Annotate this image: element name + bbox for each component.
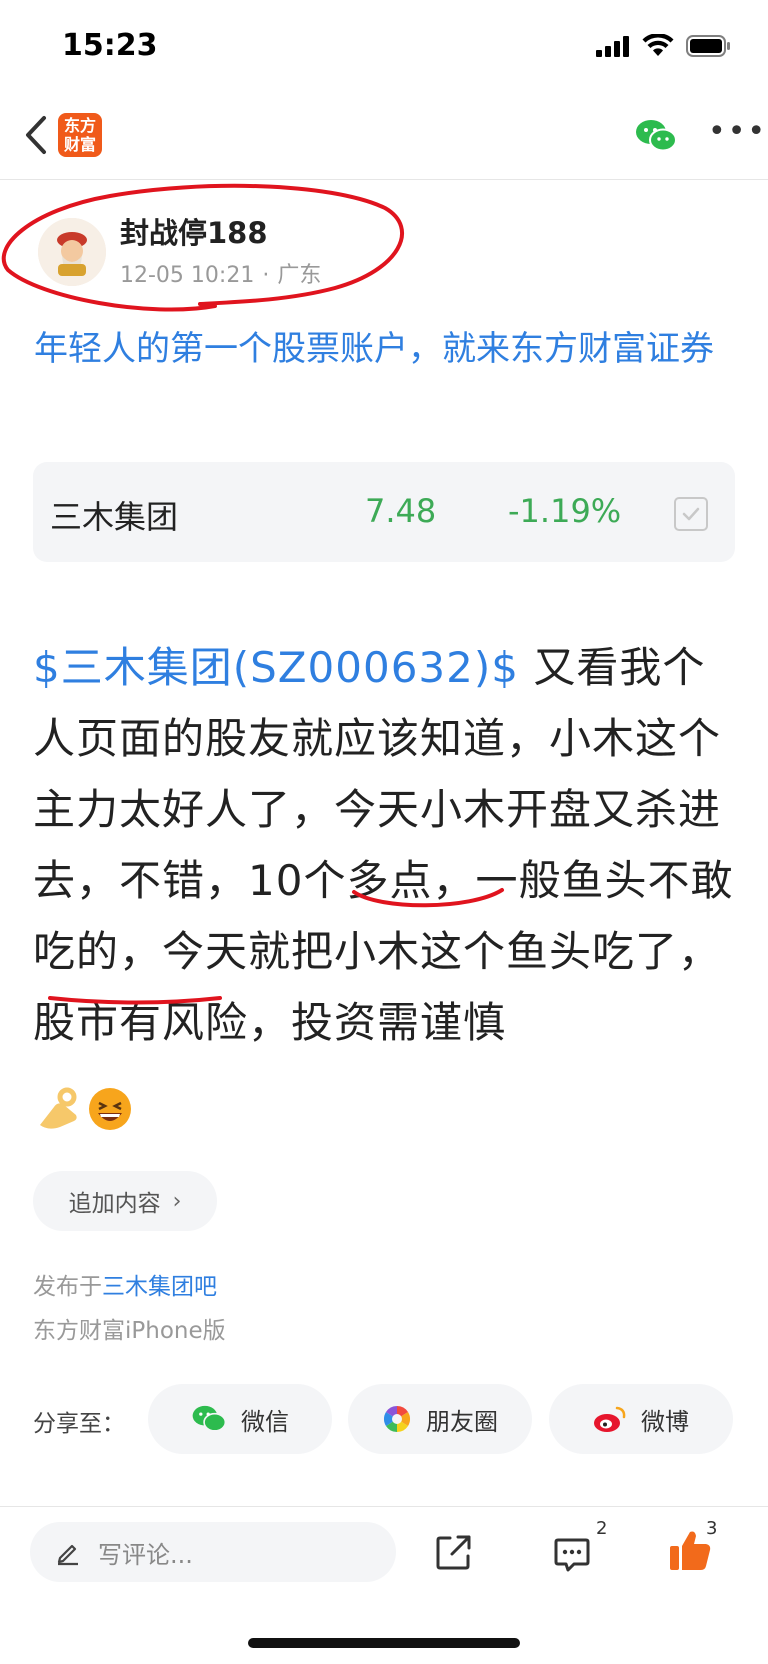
chevron-right-icon: ›: [172, 1188, 182, 1214]
published-prefix: 发布于: [33, 1274, 102, 1300]
emoji-row: [34, 1085, 134, 1133]
stock-name: 三木集团: [50, 498, 179, 536]
ad-link[interactable]: 年轻人的第一个股票账户，就来东方财富证券: [34, 322, 734, 376]
signal-icon: [596, 36, 629, 57]
like-count: 3: [706, 1518, 718, 1539]
ok-hand-emoji-icon: [40, 1087, 77, 1129]
home-indicator: [248, 1638, 520, 1648]
annotation-underline-1: [352, 888, 504, 908]
app-logo: 东方 财富: [58, 113, 102, 157]
share-moments-label: 朋友圈: [426, 1407, 498, 1436]
add-content-button[interactable]: 追加内容 ›: [33, 1171, 217, 1231]
logo-line2: 财富: [63, 135, 96, 154]
annotation-circle: [1, 183, 404, 312]
share-weibo-button[interactable]: 微博: [549, 1384, 733, 1454]
share-out-icon[interactable]: [434, 1532, 474, 1572]
post-text: 又看我个人页面的股友就应该知道，小木这个主力太好人了，今天小木开盘又杀进去，不错…: [33, 643, 734, 1047]
weibo-icon: [594, 1406, 626, 1432]
share-weibo-label: 微博: [641, 1407, 689, 1436]
add-content-label: 追加内容: [68, 1191, 161, 1217]
add-watchlist-checkbox[interactable]: [674, 497, 708, 531]
wechat-icon: [192, 1405, 227, 1432]
annotation-underline-2: [48, 996, 222, 1005]
check-icon: [682, 507, 700, 521]
client-label: 东方财富iPhone版: [33, 1318, 226, 1344]
comment-count: 2: [596, 1518, 608, 1539]
pencil-icon: [57, 1544, 78, 1566]
more-icon[interactable]: •••: [708, 117, 767, 147]
share-moments-button[interactable]: 朋友圈: [348, 1384, 532, 1454]
back-chevron-icon[interactable]: [18, 110, 58, 160]
share-wechat-label: 微信: [241, 1407, 289, 1436]
bottom-divider: [0, 1506, 768, 1507]
published-in: 发布于三木集团吧: [33, 1267, 217, 1301]
status-time: 15:23: [62, 28, 158, 63]
comment-input[interactable]: 写评论...: [30, 1522, 396, 1582]
logo-line1: 东方: [63, 116, 96, 135]
stock-tag-link[interactable]: $三木集团(SZ000632)$: [33, 643, 519, 692]
share-label: 分享至：: [33, 1411, 125, 1437]
share-wechat-button[interactable]: 微信: [148, 1384, 332, 1454]
moments-icon: [383, 1405, 411, 1433]
battery-icon: [686, 35, 730, 57]
laughing-emoji-icon: [89, 1088, 131, 1130]
wifi-icon: [642, 34, 674, 56]
stock-bar-link[interactable]: 三木集团吧: [102, 1274, 217, 1300]
stock-price: 7.48: [365, 492, 437, 530]
wechat-share-icon[interactable]: [634, 118, 678, 154]
comment-icon[interactable]: [552, 1534, 592, 1574]
comment-placeholder: 写评论...: [98, 1540, 193, 1569]
status-icons: [596, 34, 732, 58]
stock-change: -1.19%: [508, 492, 622, 530]
